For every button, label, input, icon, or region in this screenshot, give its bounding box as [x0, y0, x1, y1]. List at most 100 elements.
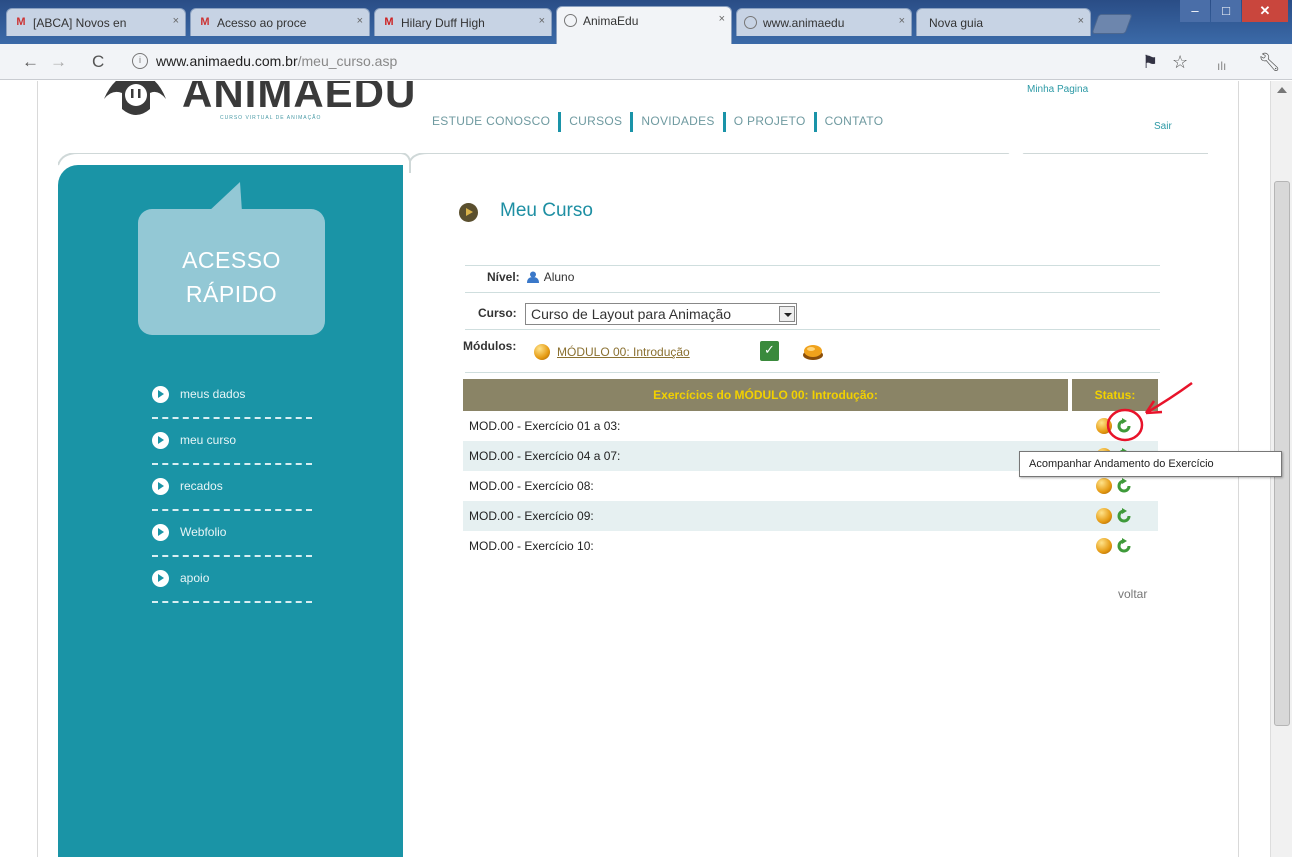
sair-link[interactable]: Sair: [1154, 121, 1172, 132]
exercise-label: MOD.00 - Exercício 09:: [463, 501, 1070, 531]
close-tab-icon[interactable]: ×: [539, 15, 545, 27]
modulos-label: Módulos:: [463, 339, 517, 353]
play-bullet-icon: [152, 386, 169, 403]
close-tab-icon[interactable]: ×: [1078, 15, 1084, 27]
bookmark-star-icon[interactable]: ☆: [1172, 52, 1188, 72]
user-icon: [527, 271, 540, 283]
exercise-label: MOD.00 - Exercício 08:: [469, 479, 594, 493]
quick-access-title: ACESSO RÁPIDO: [138, 243, 325, 311]
browser-toolbar: ← → C i www.animaedu.com.br/meu_curso.as…: [0, 44, 1292, 80]
extension-icon[interactable]: ılı: [1217, 56, 1226, 76]
scroll-up-arrow-icon[interactable]: [1277, 87, 1287, 93]
red-annotation-arrow: [1106, 381, 1193, 442]
graduation-hat-icon[interactable]: [801, 343, 825, 361]
sidebar-item-recados[interactable]: recados: [152, 465, 312, 511]
curso-row: Curso: Curso de Layout para Animação: [478, 303, 798, 325]
sidebar-item-webfolio[interactable]: Webfolio: [152, 511, 312, 557]
sidebar-item-apoio[interactable]: apoio: [152, 557, 312, 603]
voltar-link[interactable]: voltar: [1118, 587, 1147, 601]
wrench-icon[interactable]: 🔧︎: [1258, 52, 1281, 72]
sidebar-item-label: apoio: [180, 571, 210, 585]
progress-refresh-icon[interactable]: [1116, 508, 1132, 524]
tab-label: [ABCA] Novos en: [33, 16, 127, 30]
sidebar-item-meu-curso[interactable]: meu curso: [152, 419, 312, 465]
divider: [465, 292, 1160, 293]
sidebar-item-meus-dados[interactable]: meus dados: [152, 373, 312, 419]
divider: [465, 329, 1160, 330]
exercise-label: MOD.00 - Exercício 10:: [469, 539, 594, 553]
tab-label: Acesso ao proce: [217, 16, 307, 30]
tab-gmail-acesso[interactable]: M Acesso ao proce ×: [190, 8, 370, 36]
minimize-button[interactable]: –: [1180, 0, 1210, 22]
tab-label: Nova guia: [929, 16, 984, 30]
close-tab-icon[interactable]: ×: [173, 15, 179, 27]
logo-wordmark: ANIMAEDU: [182, 81, 417, 116]
url-host: www.animaedu.com.br: [156, 53, 298, 69]
page-icon: [744, 16, 757, 29]
nav-separator: [630, 112, 634, 132]
table-row: MOD.00 - Exercício 10:: [463, 531, 1158, 561]
divider: [465, 372, 1160, 373]
dropdown-arrow-icon[interactable]: [779, 306, 796, 322]
status-cell: [1070, 531, 1158, 561]
nav-contato[interactable]: CONTATO: [825, 114, 884, 128]
play-bullet-icon: [152, 570, 169, 587]
status-orb-icon: [1096, 478, 1112, 494]
curso-selected-value: Curso de Layout para Animação: [531, 306, 732, 322]
flag-icon[interactable]: ⚑: [1142, 52, 1158, 72]
divider: [465, 265, 1160, 266]
nav-o-projeto[interactable]: O PROJETO: [734, 114, 806, 128]
page-title: Meu Curso: [500, 200, 593, 221]
curso-select[interactable]: Curso de Layout para Animação: [525, 303, 798, 325]
title-bullet-icon: [459, 203, 478, 222]
tab-hilary-duff[interactable]: M Hilary Duff High ×: [374, 8, 552, 36]
status-orb-icon: [1096, 538, 1112, 554]
close-tab-icon[interactable]: ×: [357, 15, 363, 27]
sidebar-item-label: meu curso: [180, 433, 237, 447]
close-window-button[interactable]: ✕: [1242, 0, 1288, 22]
nav-cursos[interactable]: CURSOS: [569, 114, 622, 128]
tab-new[interactable]: Nova guia ×: [916, 8, 1091, 36]
site-logo[interactable]: ANIMAEDU CURSO VIRTUAL DE ANIMAÇÃO: [100, 81, 415, 129]
curso-label: Curso:: [478, 306, 517, 321]
tooltip: Acompanhar Andamento do Exercício: [1019, 451, 1282, 477]
nav-separator: [558, 112, 562, 132]
browser-tab-bar: M [ABCA] Novos en × M Acesso ao proce × …: [0, 0, 1292, 44]
progress-refresh-icon[interactable]: [1116, 478, 1132, 494]
modulo-00-link[interactable]: MÓDULO 00: Introdução: [557, 345, 690, 359]
logo-tagline: CURSO VIRTUAL DE ANIMAÇÃO: [220, 115, 322, 121]
nav-novidades[interactable]: NOVIDADES: [641, 114, 714, 128]
address-bar[interactable]: i www.animaedu.com.br/meu_curso.asp: [122, 50, 1132, 74]
tab-animaedu-2[interactable]: www.animaedu ×: [736, 8, 912, 36]
back-arrow-icon[interactable]: ←: [22, 52, 39, 72]
module-orb-icon: [534, 344, 550, 360]
play-bullet-icon: [152, 432, 169, 449]
new-tab-button[interactable]: [1091, 14, 1133, 34]
maximize-button[interactable]: □: [1211, 0, 1241, 22]
m-icon: M: [384, 16, 394, 28]
page-icon: [564, 14, 577, 27]
sidebar: ACESSO RÁPIDO meus dados meu curso recad…: [58, 165, 403, 857]
reload-icon[interactable]: C: [92, 52, 104, 72]
modulos-row: Módulos: MÓDULO 00: Introdução: [463, 339, 823, 361]
tab-label: AnimaEdu: [583, 14, 639, 28]
sidebar-item-label: recados: [180, 479, 223, 493]
close-tab-icon[interactable]: ×: [719, 13, 725, 25]
nivel-label: Nível:: [487, 270, 520, 284]
minha-pagina-link[interactable]: Minha Pagina: [1027, 84, 1088, 95]
balloon-tail: [208, 182, 242, 212]
tab-gmail-abca[interactable]: M [ABCA] Novos en ×: [6, 8, 186, 36]
progress-refresh-icon[interactable]: [1116, 538, 1132, 554]
table-row: MOD.00 - Exercício 09:: [463, 501, 1158, 531]
nav-estude-conosco[interactable]: ESTUDE CONOSCO: [432, 114, 550, 128]
table-header-row: Exercícios do MÓDULO 00: Introdução: Sta…: [463, 379, 1158, 411]
nav-separator: [813, 112, 817, 132]
close-tab-icon[interactable]: ×: [899, 15, 905, 27]
tab-label: www.animaedu: [763, 16, 845, 30]
exercise-label: MOD.00 - Exercício 01 a 03:: [469, 419, 621, 433]
tab-animaedu[interactable]: AnimaEdu ×: [556, 6, 732, 44]
clipboard-check-icon[interactable]: [760, 341, 779, 361]
forward-arrow-icon[interactable]: →: [50, 52, 67, 72]
sidebar-item-label: meus dados: [180, 387, 246, 401]
nivel-row: Nível: Aluno: [487, 270, 574, 284]
